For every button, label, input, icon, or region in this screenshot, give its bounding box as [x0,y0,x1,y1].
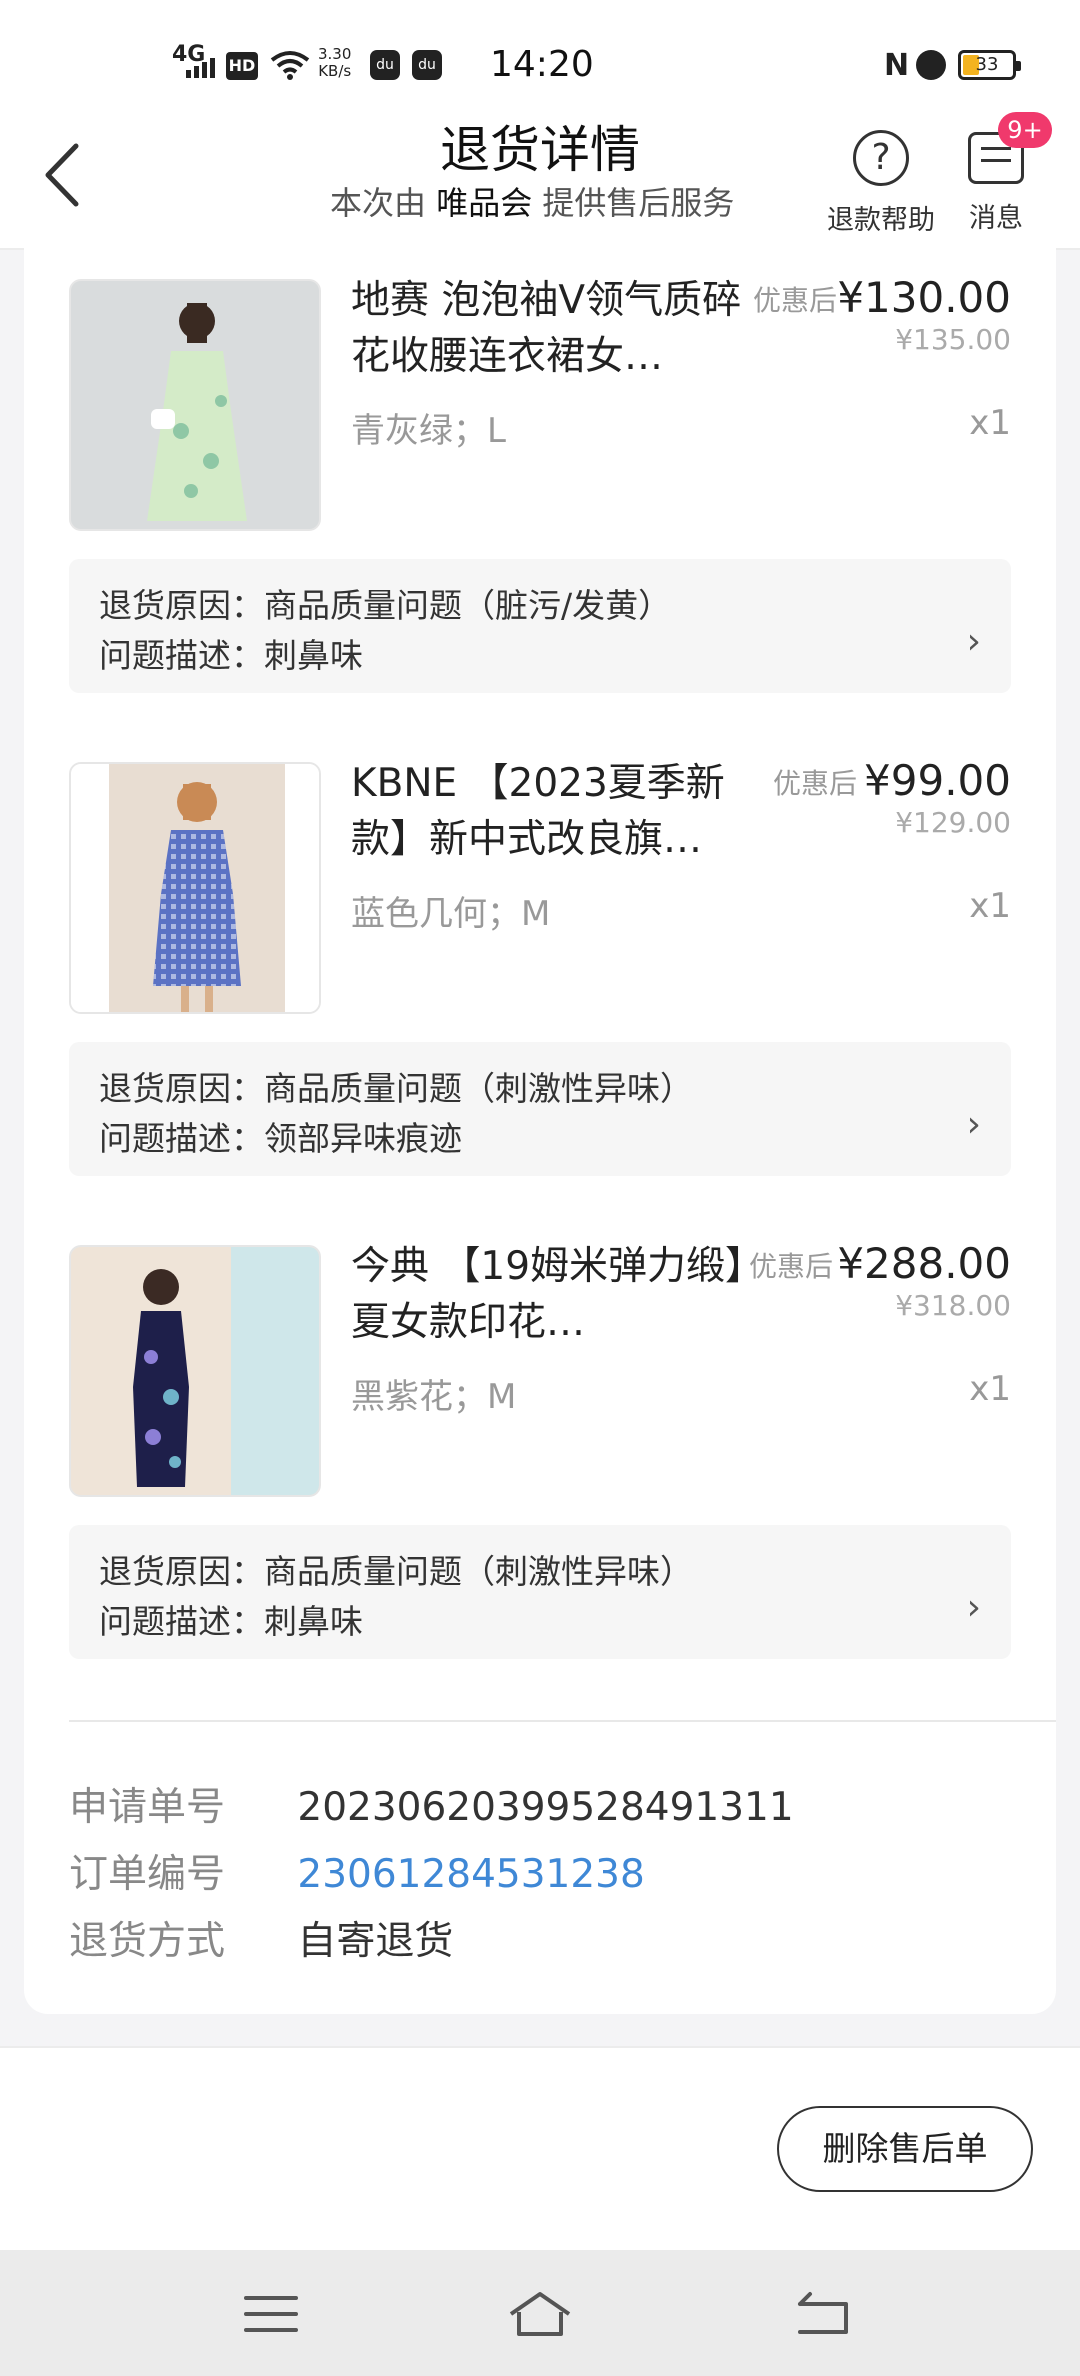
discount-label: 优惠后 [752,284,837,317]
return-reason: 退货原因：商品质量问题（刺激性异味） [99,1545,693,1593]
product-image [69,1245,321,1497]
service-provider-text: 本次由 唯品会 提供售后服务 [330,178,734,224]
return-reason-value: 商品质量问题（刺激性异味） [264,1069,693,1108]
product-spec: 青灰绿；L [351,411,506,451]
menu-icon[interactable] [236,2284,306,2344]
problem-description: 问题描述：领部异味痕迹 [99,1112,462,1160]
product-price: ¥99.00 [864,756,1011,805]
help-icon: ? [853,130,909,186]
hd-badge: HD [226,52,258,80]
product-spec: 黑紫花；M [351,1377,517,1417]
home-icon[interactable] [505,2284,575,2344]
product-quantity: x1 [969,1369,1011,1409]
page-header: 退货详情 本次由 唯品会 提供售后服务 ? 退款帮助 9+ 消息 [0,100,1080,250]
problem-description-value: 刺鼻味 [264,636,363,675]
apply-number-value: 20230620399528491311 [297,1785,794,1830]
network-speed: 3.30 KB/s [318,46,351,80]
product-image [69,279,321,531]
speed-value: 3.30 [318,45,352,63]
app-notification-icon: du [412,50,442,80]
original-price: ¥129.00 [895,806,1011,839]
return-reason-label: 退货原因： [99,1552,264,1591]
message-label: 消息 [969,203,1023,234]
original-price: ¥135.00 [895,323,1011,356]
refund-help-label: 退款帮助 [827,205,935,236]
app-notification-icon: du [370,50,400,80]
product-price: ¥130.00 [837,273,1011,322]
battery-icon: 33 [958,50,1021,80]
return-reason: 退货原因：商品质量问题（脏污/发黄） [99,579,671,627]
apply-number-label: 申请单号 [69,1785,226,1830]
return-reason-label: 退货原因： [99,1069,264,1108]
problem-description: 问题描述：刺鼻味 [99,1595,363,1643]
system-nav-bar [0,2250,1080,2376]
return-reason-label: 退货原因： [99,586,264,625]
return-method-value: 自寄退货 [297,1919,454,1964]
order-number-label: 订单编号 [69,1852,226,1897]
product-price: ¥288.00 [837,1239,1011,1288]
return-icon[interactable] [790,2284,860,2344]
discount-label: 优惠后 [772,767,857,800]
nfc-icon: N [884,48,910,83]
subtitle-suffix: 提供售后服务 [542,184,735,222]
product-name: 地赛 泡泡袖V领气质碎花收腰连衣裙女… [351,278,742,379]
product-spec: 蓝色几何；M [351,894,551,934]
signal-icon [186,58,218,78]
divider [69,1720,1056,1722]
return-detail-card: 地赛 泡泡袖V领气质碎花收腰连衣裙女… 优惠后 ¥130.00 ¥135.00 … [24,246,1056,2014]
product-quantity: x1 [969,886,1011,926]
subtitle-brand: 唯品会 [436,184,533,222]
product-image [69,762,321,1014]
problem-description-value: 领部异味痕迹 [264,1119,462,1158]
speed-unit: KB/s [318,62,352,80]
return-method-label: 退货方式 [69,1919,226,1964]
chevron-right-icon: › [966,1104,981,1145]
problem-description: 问题描述：刺鼻味 [99,629,363,677]
problem-description-label: 问题描述： [99,1119,264,1158]
clock: 14:20 [490,44,594,85]
product-quantity: x1 [969,403,1011,443]
return-reason-box[interactable]: 退货原因：商品质量问题（刺激性异味） 问题描述：刺鼻味 › [69,1525,1011,1659]
return-reason-value: 商品质量问题（刺激性异味） [264,1552,693,1591]
return-reason-value: 商品质量问题（脏污/发黄） [264,586,672,625]
product-name: KBNE 【2023夏季新款】新中式改良旗… [351,761,725,862]
return-reason: 退货原因：商品质量问题（刺激性异味） [99,1062,693,1110]
bottom-action-bar: 删除售后单 [0,2046,1080,2252]
alarm-icon [916,50,946,80]
problem-description-label: 问题描述： [99,636,264,675]
order-number-row: 订单编号 23061284531238 [69,1843,645,1899]
wifi-icon [270,51,310,80]
order-number-link[interactable]: 23061284531238 [297,1852,644,1897]
original-price: ¥318.00 [895,1289,1011,1322]
chevron-right-icon: › [966,621,981,662]
delete-aftersale-button[interactable]: 删除售后单 [777,2106,1033,2192]
subtitle-prefix: 本次由 [330,184,427,222]
product-name: 今典 【19姆米弹力缎】夏女款印花… [351,1244,745,1345]
refund-help-button[interactable]: ? 退款帮助 [826,130,936,237]
problem-description-value: 刺鼻味 [264,1602,363,1641]
message-button[interactable]: 9+ 消息 [956,112,1052,235]
battery-percent: 33 [975,54,999,75]
return-reason-box[interactable]: 退货原因：商品质量问题（刺激性异味） 问题描述：领部异味痕迹 › [69,1042,1011,1176]
apply-number-row: 申请单号 20230620399528491311 [69,1776,794,1832]
problem-description-label: 问题描述： [99,1602,264,1641]
discount-label: 优惠后 [748,1250,833,1283]
chevron-right-icon: › [966,1587,981,1628]
return-method-row: 退货方式 自寄退货 [69,1910,453,1966]
message-badge: 9+ [998,112,1052,148]
return-reason-box[interactable]: 退货原因：商品质量问题（脏污/发黄） 问题描述：刺鼻味 › [69,559,1011,693]
